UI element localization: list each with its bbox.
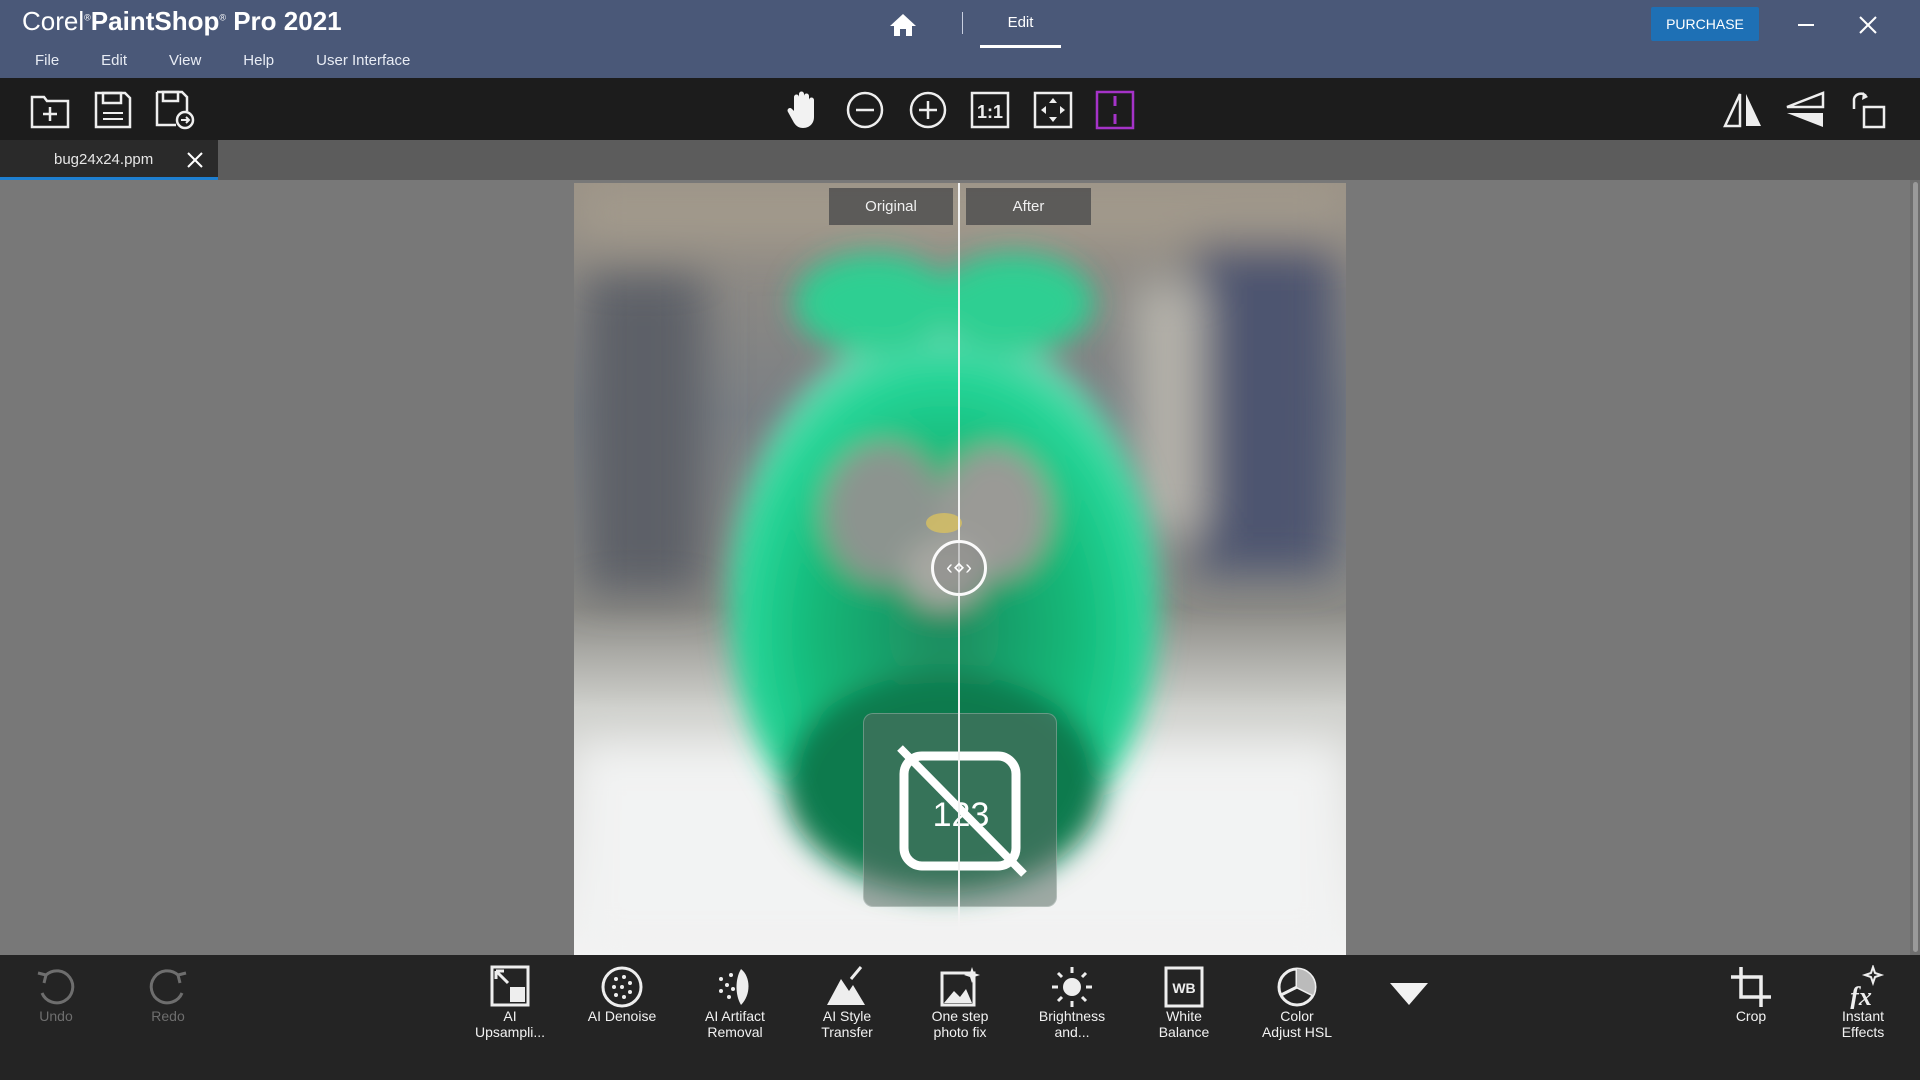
white-balance-icon: WB — [1164, 966, 1204, 1008]
zoom-out-icon[interactable] — [844, 89, 886, 131]
after-label[interactable]: After — [966, 188, 1091, 225]
menu-help[interactable]: Help — [222, 52, 295, 74]
color-hsl-icon — [1277, 967, 1317, 1007]
no-numbers-icon: 123 — [897, 745, 1027, 877]
close-icon[interactable] — [1855, 12, 1881, 38]
pan-hand-icon[interactable] — [782, 89, 824, 131]
title-bar: Corel®PaintShop® Pro 2021 File Edit View… — [0, 0, 1920, 78]
ai-denoise-button[interactable]: AI Denoise — [572, 963, 672, 1073]
open-file-icon[interactable] — [29, 89, 71, 131]
original-label[interactable]: Original — [829, 188, 953, 225]
ai-artifact-icon — [719, 969, 749, 1005]
ai-denoise-icon — [601, 966, 643, 1008]
save-as-icon[interactable] — [154, 89, 196, 131]
split-drag-handle[interactable]: ‹⋄› — [931, 540, 987, 596]
svg-text:1:1: 1:1 — [977, 102, 1003, 122]
crop-button[interactable]: Crop — [1701, 963, 1801, 1073]
save-icon[interactable] — [92, 89, 134, 131]
photo-fix-icon — [940, 967, 980, 1007]
undo-button[interactable]: Undo — [6, 963, 106, 1073]
close-tab-icon[interactable] — [186, 151, 204, 169]
home-icon[interactable] — [888, 12, 918, 38]
ai-artifact-removal-button[interactable]: AI Artifact Removal — [685, 963, 785, 1073]
crop-icon — [1731, 967, 1771, 1007]
more-tools-chevron-icon[interactable] — [1388, 979, 1430, 1009]
undo-icon — [37, 969, 75, 1005]
one-step-photo-fix-button[interactable]: One step photo fix — [910, 963, 1010, 1073]
ai-upsampling-button[interactable]: AI Upsampli... — [460, 963, 560, 1073]
document-tab-label: bug24x24.ppm — [54, 151, 154, 168]
instant-effects-button[interactable]: fx Instant Effects — [1813, 963, 1913, 1073]
ai-style-icon — [827, 966, 865, 1005]
menu-bar: File Edit View Help User Interface — [14, 52, 431, 74]
numbers-disabled-overlay: 123 — [863, 713, 1057, 907]
purchase-button[interactable]: PURCHASE — [1651, 7, 1759, 41]
document-tab[interactable]: bug24x24.ppm — [0, 140, 218, 180]
instant-effects-icon: fx — [1850, 965, 1885, 1009]
minimize-icon[interactable] — [1793, 12, 1819, 38]
flip-horizontal-icon[interactable] — [1722, 89, 1764, 131]
document-tab-strip: bug24x24.ppm — [0, 140, 1920, 180]
zoom-in-icon[interactable] — [907, 89, 949, 131]
scrollbar-thumb[interactable] — [1913, 182, 1918, 952]
main-toolbar: 1:1 — [0, 78, 1920, 140]
menu-file[interactable]: File — [14, 52, 80, 74]
menu-view[interactable]: View — [148, 52, 222, 74]
redo-icon — [149, 969, 187, 1005]
ai-style-transfer-button[interactable]: AI Style Transfer — [797, 963, 897, 1073]
drag-arrows-icon: ‹⋄› — [946, 557, 972, 579]
rotate-icon[interactable] — [1847, 89, 1889, 131]
flip-vertical-icon[interactable] — [1784, 89, 1826, 131]
svg-text:WB: WB — [1172, 980, 1195, 996]
tab-edit[interactable]: Edit — [980, 0, 1061, 48]
white-balance-button[interactable]: WB White Balance — [1134, 963, 1234, 1073]
bottom-toolbar: Undo Redo AI Upsampli... AI Denoise AI A… — [0, 955, 1920, 1080]
color-adjust-hsl-button[interactable]: Color Adjust HSL — [1247, 963, 1347, 1073]
brightness-icon — [1052, 967, 1092, 1007]
app-logo: Corel®PaintShop® Pro 2021 — [22, 6, 342, 36]
brightness-button[interactable]: Brightness and... — [1022, 963, 1122, 1073]
compare-split-view-icon[interactable] — [1094, 89, 1136, 131]
menu-user-interface[interactable]: User Interface — [295, 52, 431, 74]
menu-edit[interactable]: Edit — [80, 52, 148, 74]
actual-size-icon[interactable]: 1:1 — [969, 89, 1011, 131]
fit-to-window-icon[interactable] — [1032, 89, 1074, 131]
redo-button[interactable]: Redo — [118, 963, 218, 1073]
svg-text:fx: fx — [1850, 982, 1872, 1009]
ai-upsampling-icon — [490, 965, 530, 1007]
tab-separator — [962, 12, 963, 34]
